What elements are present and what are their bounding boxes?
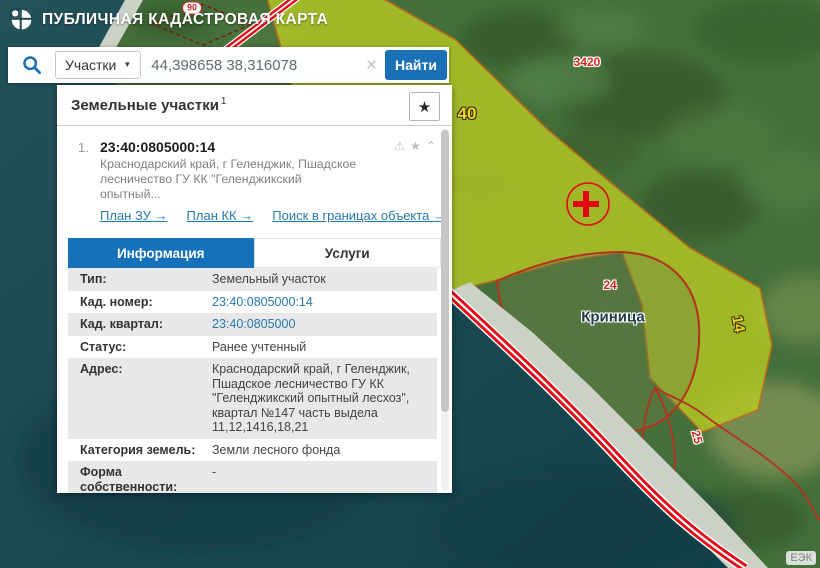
info-table: Тип: Земельный участок Кад. номер: 23:40… xyxy=(68,268,437,493)
results-count: 1 xyxy=(221,96,227,107)
info-row-status: Статус: Ранее учтенный xyxy=(68,336,437,359)
result-index: 1. xyxy=(78,140,100,155)
result-item-icons: ⚠ ★ ⌃ xyxy=(394,139,436,153)
info-row-cad-number: Кад. номер: 23:40:0805000:14 xyxy=(68,291,437,314)
panel-header: Земельные участки1 ★ xyxy=(57,85,452,126)
cad-quarter-link[interactable]: 23:40:0805000 xyxy=(212,317,437,332)
plan-kk-link[interactable]: План КК → xyxy=(187,208,254,223)
caret-down-icon: ▼ xyxy=(123,61,131,69)
info-row-address: Адрес: Краснодарский край, г Геленджик, … xyxy=(68,358,437,439)
result-cadastral-number: 23:40:0805000:14 xyxy=(100,139,215,155)
panel-title: Земельные участки1 xyxy=(71,96,226,114)
search-category-label: Участки xyxy=(65,57,116,73)
result-list-item[interactable]: 1. 23:40:0805000:14 Краснодарский край, … xyxy=(57,126,452,232)
info-row-cad-quarter: Кад. квартал: 23:40:0805000 xyxy=(68,313,437,336)
search-submit-button[interactable]: Найти xyxy=(385,50,447,80)
app-title: ПУБЛИЧНАЯ КАДАСТРОВАЯ КАРТА xyxy=(42,11,328,29)
map-attribution: ЕЭК xyxy=(786,551,816,565)
search-in-bounds-link[interactable]: Поиск в границах объекта → xyxy=(272,208,446,223)
plan-zu-link[interactable]: План ЗУ → xyxy=(100,208,168,223)
info-row-ownership: Форма собственности: - xyxy=(68,461,437,493)
clear-search-icon[interactable]: × xyxy=(366,56,377,75)
favorite-star-icon[interactable]: ★ xyxy=(410,139,421,153)
search-bar: Участки ▼ × Найти xyxy=(8,47,449,83)
tab-services[interactable]: Услуги xyxy=(254,238,442,268)
search-icon xyxy=(22,55,42,75)
scrollbar-thumb[interactable] xyxy=(441,130,449,412)
search-input[interactable] xyxy=(141,57,364,74)
info-row-land-category: Категория земель: Земли лесного фонда xyxy=(68,439,437,462)
cad-number-link[interactable]: 23:40:0805000:14 xyxy=(212,295,437,310)
pkk-logo-icon[interactable] xyxy=(10,8,33,31)
panel-body: 1. 23:40:0805000:14 Краснодарский край, … xyxy=(57,126,452,492)
results-panel: Земельные участки1 ★ 1. 23:40:0805000:14… xyxy=(57,85,452,493)
warning-icon[interactable]: ⚠ xyxy=(394,139,405,153)
collapse-icon[interactable]: ⌃ xyxy=(426,139,436,153)
search-category-dropdown[interactable]: Участки ▼ xyxy=(55,51,141,79)
result-address: Краснодарский край, г Геленджик, Пшадско… xyxy=(100,157,358,201)
panel-tabs: Информация Услуги xyxy=(68,238,441,268)
app-header: ПУБЛИЧНАЯ КАДАСТРОВАЯ КАРТА xyxy=(10,8,328,31)
tab-information[interactable]: Информация xyxy=(68,238,254,268)
info-row-type: Тип: Земельный участок xyxy=(68,268,437,291)
favorites-button[interactable]: ★ xyxy=(409,92,440,121)
panel-scrollbar[interactable] xyxy=(441,128,449,490)
star-icon: ★ xyxy=(418,98,431,116)
pkk-app: 90 3420 40 24 Криница 14 25 ЕЭК ПУБЛИЧНА… xyxy=(0,0,820,568)
result-links: План ЗУ → План КК → Поиск в границах объ… xyxy=(100,208,408,223)
